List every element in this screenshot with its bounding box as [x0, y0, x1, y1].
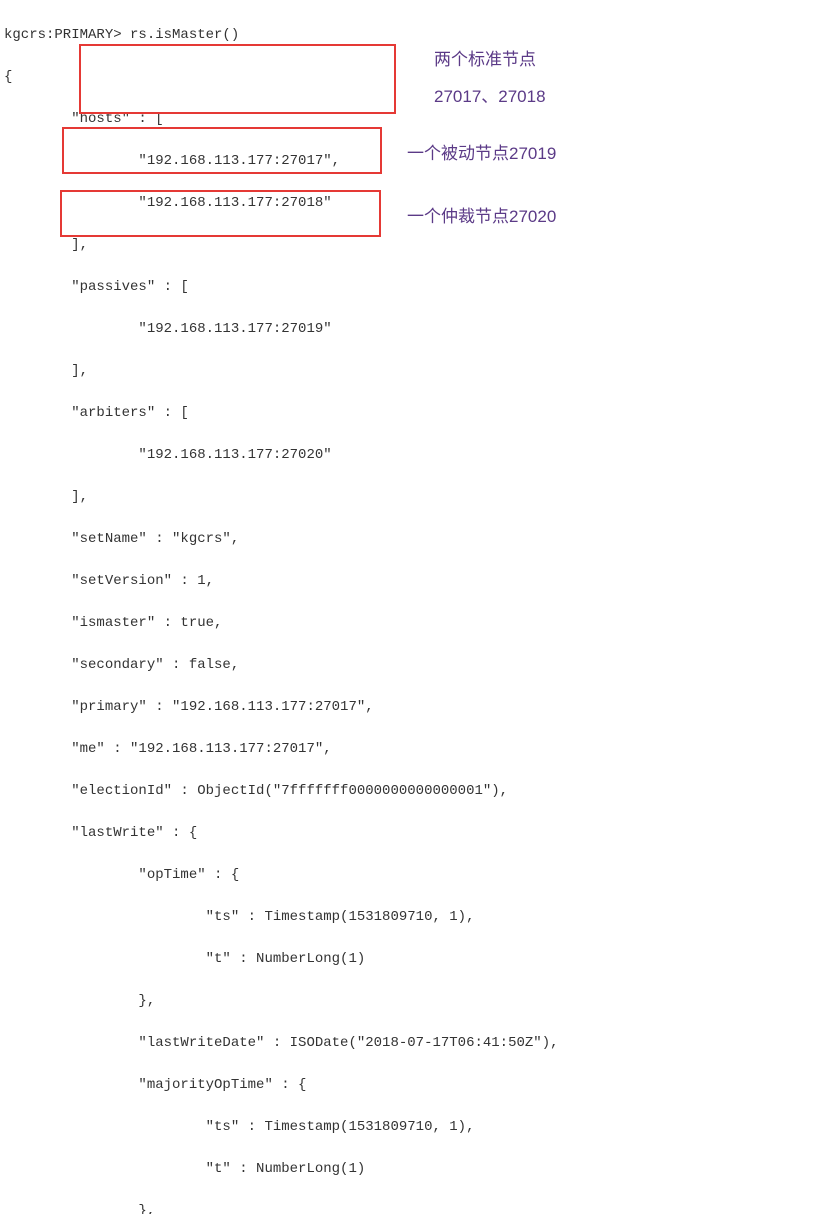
code-line: "secondary" : false, — [4, 655, 816, 676]
code-line: "ts" : Timestamp(1531809710, 1), — [4, 907, 816, 928]
code-line: "passives" : [ — [4, 277, 816, 298]
annotation-passive: 一个被动节点27019 — [407, 141, 556, 167]
code-line: "t" : NumberLong(1) — [4, 949, 816, 970]
code-line: ], — [4, 487, 816, 508]
code-line: "192.168.113.177:27019" — [4, 319, 816, 340]
code-line: "majorityOpTime" : { — [4, 1075, 816, 1096]
code-line: "lastWrite" : { — [4, 823, 816, 844]
code-line: "primary" : "192.168.113.177:27017", — [4, 697, 816, 718]
code-line: }, — [4, 1201, 816, 1214]
code-line: "t" : NumberLong(1) — [4, 1159, 816, 1180]
code-line: ], — [4, 361, 816, 382]
annotation-arbiter: 一个仲裁节点27020 — [407, 204, 556, 230]
code-line: "hosts" : [ — [4, 109, 816, 130]
code-line: kgcrs:PRIMARY> rs.isMaster() — [4, 25, 816, 46]
code-line: "setName" : "kgcrs", — [4, 529, 816, 550]
code-line: "setVersion" : 1, — [4, 571, 816, 592]
code-line: "192.168.113.177:27020" — [4, 445, 816, 466]
code-line: "lastWriteDate" : ISODate("2018-07-17T06… — [4, 1033, 816, 1054]
code-line: "arbiters" : [ — [4, 403, 816, 424]
code-line: "me" : "192.168.113.177:27017", — [4, 739, 816, 760]
code-line: "electionId" : ObjectId("7fffffff0000000… — [4, 781, 816, 802]
annotation-hosts-title: 两个标准节点 — [434, 47, 536, 73]
code-line: "opTime" : { — [4, 865, 816, 886]
code-line: "ts" : Timestamp(1531809710, 1), — [4, 1117, 816, 1138]
terminal-output: kgcrs:PRIMARY> rs.isMaster() { "hosts" :… — [4, 4, 816, 1214]
code-line: "ismaster" : true, — [4, 613, 816, 634]
code-line: }, — [4, 991, 816, 1012]
code-line: { — [4, 67, 816, 88]
annotation-hosts-ports: 27017、27018 — [434, 84, 546, 110]
code-line: ], — [4, 235, 816, 256]
